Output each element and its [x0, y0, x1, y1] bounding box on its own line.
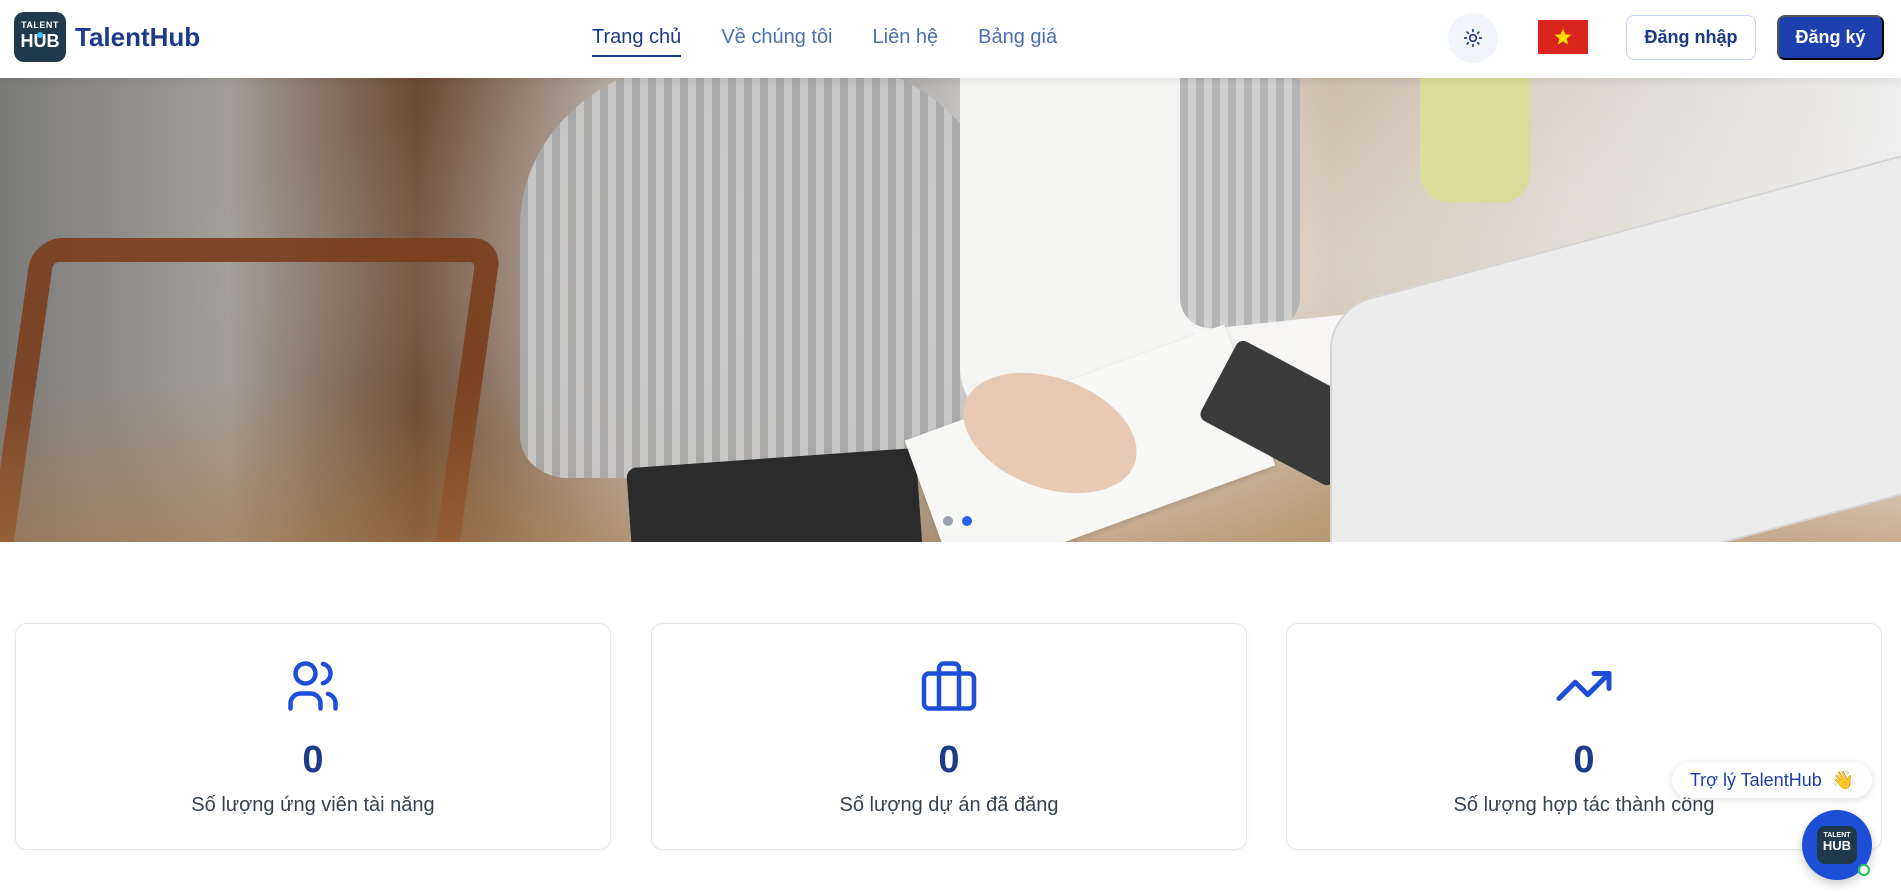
- nav-pricing[interactable]: Bảng giá: [978, 26, 1057, 57]
- wave-icon: 👋: [1831, 769, 1855, 790]
- carousel-indicators: [943, 516, 972, 526]
- talenthub-logo[interactable]: TALENT HUB: [14, 12, 66, 62]
- stat-card-collaborations: 0 Số lượng hợp tác thành công: [1286, 623, 1882, 850]
- main-nav: Trang chủ Về chúng tôi Liên hệ Bảng giá: [592, 26, 1057, 57]
- brand-name[interactable]: TalentHub: [75, 22, 200, 53]
- register-button[interactable]: Đăng ký: [1777, 15, 1884, 60]
- nav-contact[interactable]: Liên hệ: [873, 26, 939, 57]
- logo-top-text: TALENT: [21, 20, 59, 30]
- assistant-logo: TALENT HUB: [1817, 826, 1857, 864]
- assistant-bubble-text: Trợ lý TalentHub: [1689, 769, 1822, 790]
- carousel-dot-2[interactable]: [962, 516, 972, 526]
- hero-image-cardigan: [1180, 78, 1300, 328]
- stat-value: 0: [302, 739, 324, 781]
- stat-label: Số lượng ứng viên tài năng: [191, 794, 435, 816]
- hero-image-mug: [1420, 78, 1530, 203]
- logo-dot: [37, 32, 43, 38]
- language-flag-vietnam[interactable]: [1538, 20, 1588, 54]
- sun-icon: [1463, 28, 1483, 48]
- assistant-logo-bottom: HUB: [1822, 838, 1852, 853]
- stat-label: Số lượng dự án đã đăng: [839, 794, 1059, 816]
- briefcase-icon: [921, 661, 977, 711]
- nav-about[interactable]: Về chúng tôi: [721, 26, 832, 57]
- hero-carousel: [0, 78, 1901, 542]
- hero-image-person: [520, 78, 1000, 478]
- assistant-chat-button[interactable]: TALENT HUB: [1802, 810, 1872, 880]
- nav-home[interactable]: Trang chủ: [592, 26, 682, 57]
- star-icon: [1554, 28, 1572, 45]
- online-status-indicator: [1858, 864, 1870, 876]
- stat-card-projects: 0 Số lượng dự án đã đăng: [651, 623, 1247, 850]
- theme-toggle-button[interactable]: [1448, 13, 1498, 63]
- login-button[interactable]: Đăng nhập: [1626, 15, 1756, 60]
- trending-up-icon: [1556, 671, 1612, 701]
- carousel-dot-1[interactable]: [943, 516, 953, 526]
- site-header: TALENT HUB TalentHub Trang chủ Về chúng …: [0, 0, 1901, 78]
- stat-value: 0: [938, 739, 960, 781]
- stat-card-talents: 0 Số lượng ứng viên tài năng: [15, 623, 611, 850]
- assistant-greeting-bubble[interactable]: Trợ lý TalentHub 👋: [1672, 762, 1872, 798]
- users-icon: [288, 661, 338, 711]
